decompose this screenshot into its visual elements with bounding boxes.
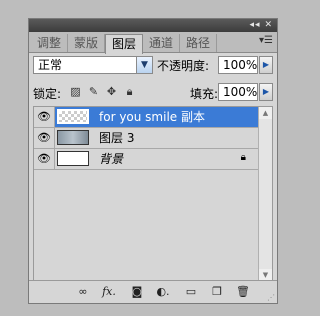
eye-visibility-icon[interactable]: 👁︎ (34, 149, 55, 169)
fill-label: 填充: (190, 87, 219, 101)
tab-adjustments[interactable]: 调整 (31, 34, 68, 52)
layer-row[interactable]: 👁︎ 背景 🔒︎ (34, 149, 260, 170)
lock-transparent-icon[interactable]: ▨ (69, 85, 82, 98)
layer-name: for you smile 副本 (99, 110, 205, 124)
blend-mode-value: 正常 (38, 58, 63, 72)
layers-panel: ◂◂ ✕ 调整 蒙版 图层 通道 路径 ▾☰ 正常 ▼ 不透明度: 100% ▶… (28, 18, 278, 304)
adjustment-layer-icon[interactable]: ◐. (155, 284, 171, 300)
layer-thumbnail (57, 130, 89, 145)
blend-opacity-row: 正常 ▼ 不透明度: 100% ▶ (29, 54, 277, 80)
tab-layers[interactable]: 图层 (105, 34, 143, 54)
panel-titlebar: ◂◂ ✕ (29, 19, 277, 32)
fill-field[interactable]: 100% (218, 83, 258, 101)
new-layer-icon[interactable]: ❐ (209, 284, 225, 300)
layer-name-area[interactable]: 背景 🔒︎ (55, 149, 260, 169)
lock-label: 锁定: (33, 87, 62, 101)
tab-channels[interactable]: 通道 (143, 34, 180, 52)
lock-position-move-icon[interactable]: ✥ (105, 85, 118, 98)
lock-all-icon[interactable]: 🔒︎ (123, 85, 136, 98)
group-folder-icon[interactable]: ▭ (183, 284, 199, 300)
fill-slider-arrow-icon[interactable]: ▶ (259, 83, 273, 101)
lock-fill-row: 锁定: ▨ ✎ ✥ 🔒︎ 填充: 100% ▶ (29, 81, 277, 105)
tab-bar: 调整 蒙版 图层 通道 路径 ▾☰ (29, 32, 277, 54)
layer-name: 背景 (99, 152, 124, 166)
layer-thumbnail (57, 109, 89, 124)
eye-visibility-icon[interactable]: 👁︎ (34, 128, 55, 148)
resize-grip-icon[interactable]: ⋰ (267, 293, 275, 302)
double-chevron-right-icon[interactable]: ◂◂ (250, 20, 261, 30)
blend-mode-select[interactable]: 正常 ▼ (33, 56, 153, 74)
layer-row[interactable]: 👁︎ 图层 3 (34, 128, 260, 149)
layer-name-area[interactable]: for you smile 副本 (55, 107, 260, 127)
lock-pixels-brush-icon[interactable]: ✎ (87, 85, 100, 98)
delete-icon[interactable]: 🗑︎ (235, 284, 251, 300)
layer-mask-icon[interactable]: ◙ (129, 284, 145, 300)
panel-footer: ∞ fx. ◙ ◐. ▭ ❐ 🗑︎ ⋰ (29, 280, 277, 303)
opacity-field[interactable]: 100% (218, 56, 258, 74)
layers-scrollbar[interactable]: ▲ ▼ (258, 107, 272, 281)
layer-thumbnail (57, 151, 89, 166)
layers-list: 👁︎ for you smile 副本 👁︎ 图层 3 👁︎ 背景 🔒︎ ▲ ▼ (33, 106, 273, 282)
scroll-up-icon[interactable]: ▲ (259, 107, 272, 119)
tab-paths[interactable]: 路径 (180, 34, 217, 52)
tab-masks[interactable]: 蒙版 (68, 34, 105, 52)
opacity-label: 不透明度: (157, 59, 210, 73)
panel-menu-icon[interactable]: ▾☰ (259, 35, 273, 46)
fx-icon[interactable]: fx. (101, 284, 117, 300)
link-layers-icon[interactable]: ∞ (75, 284, 91, 300)
layer-lock-icon: 🔒︎ (240, 152, 246, 163)
layer-row[interactable]: 👁︎ for you smile 副本 (34, 107, 260, 128)
eye-visibility-icon[interactable]: 👁︎ (34, 107, 55, 127)
layer-name: 图层 3 (99, 131, 135, 145)
layer-name-area[interactable]: 图层 3 (55, 128, 260, 148)
chevron-down-icon[interactable]: ▼ (136, 57, 152, 73)
opacity-slider-arrow-icon[interactable]: ▶ (259, 56, 273, 74)
close-icon[interactable]: ✕ (264, 20, 273, 30)
